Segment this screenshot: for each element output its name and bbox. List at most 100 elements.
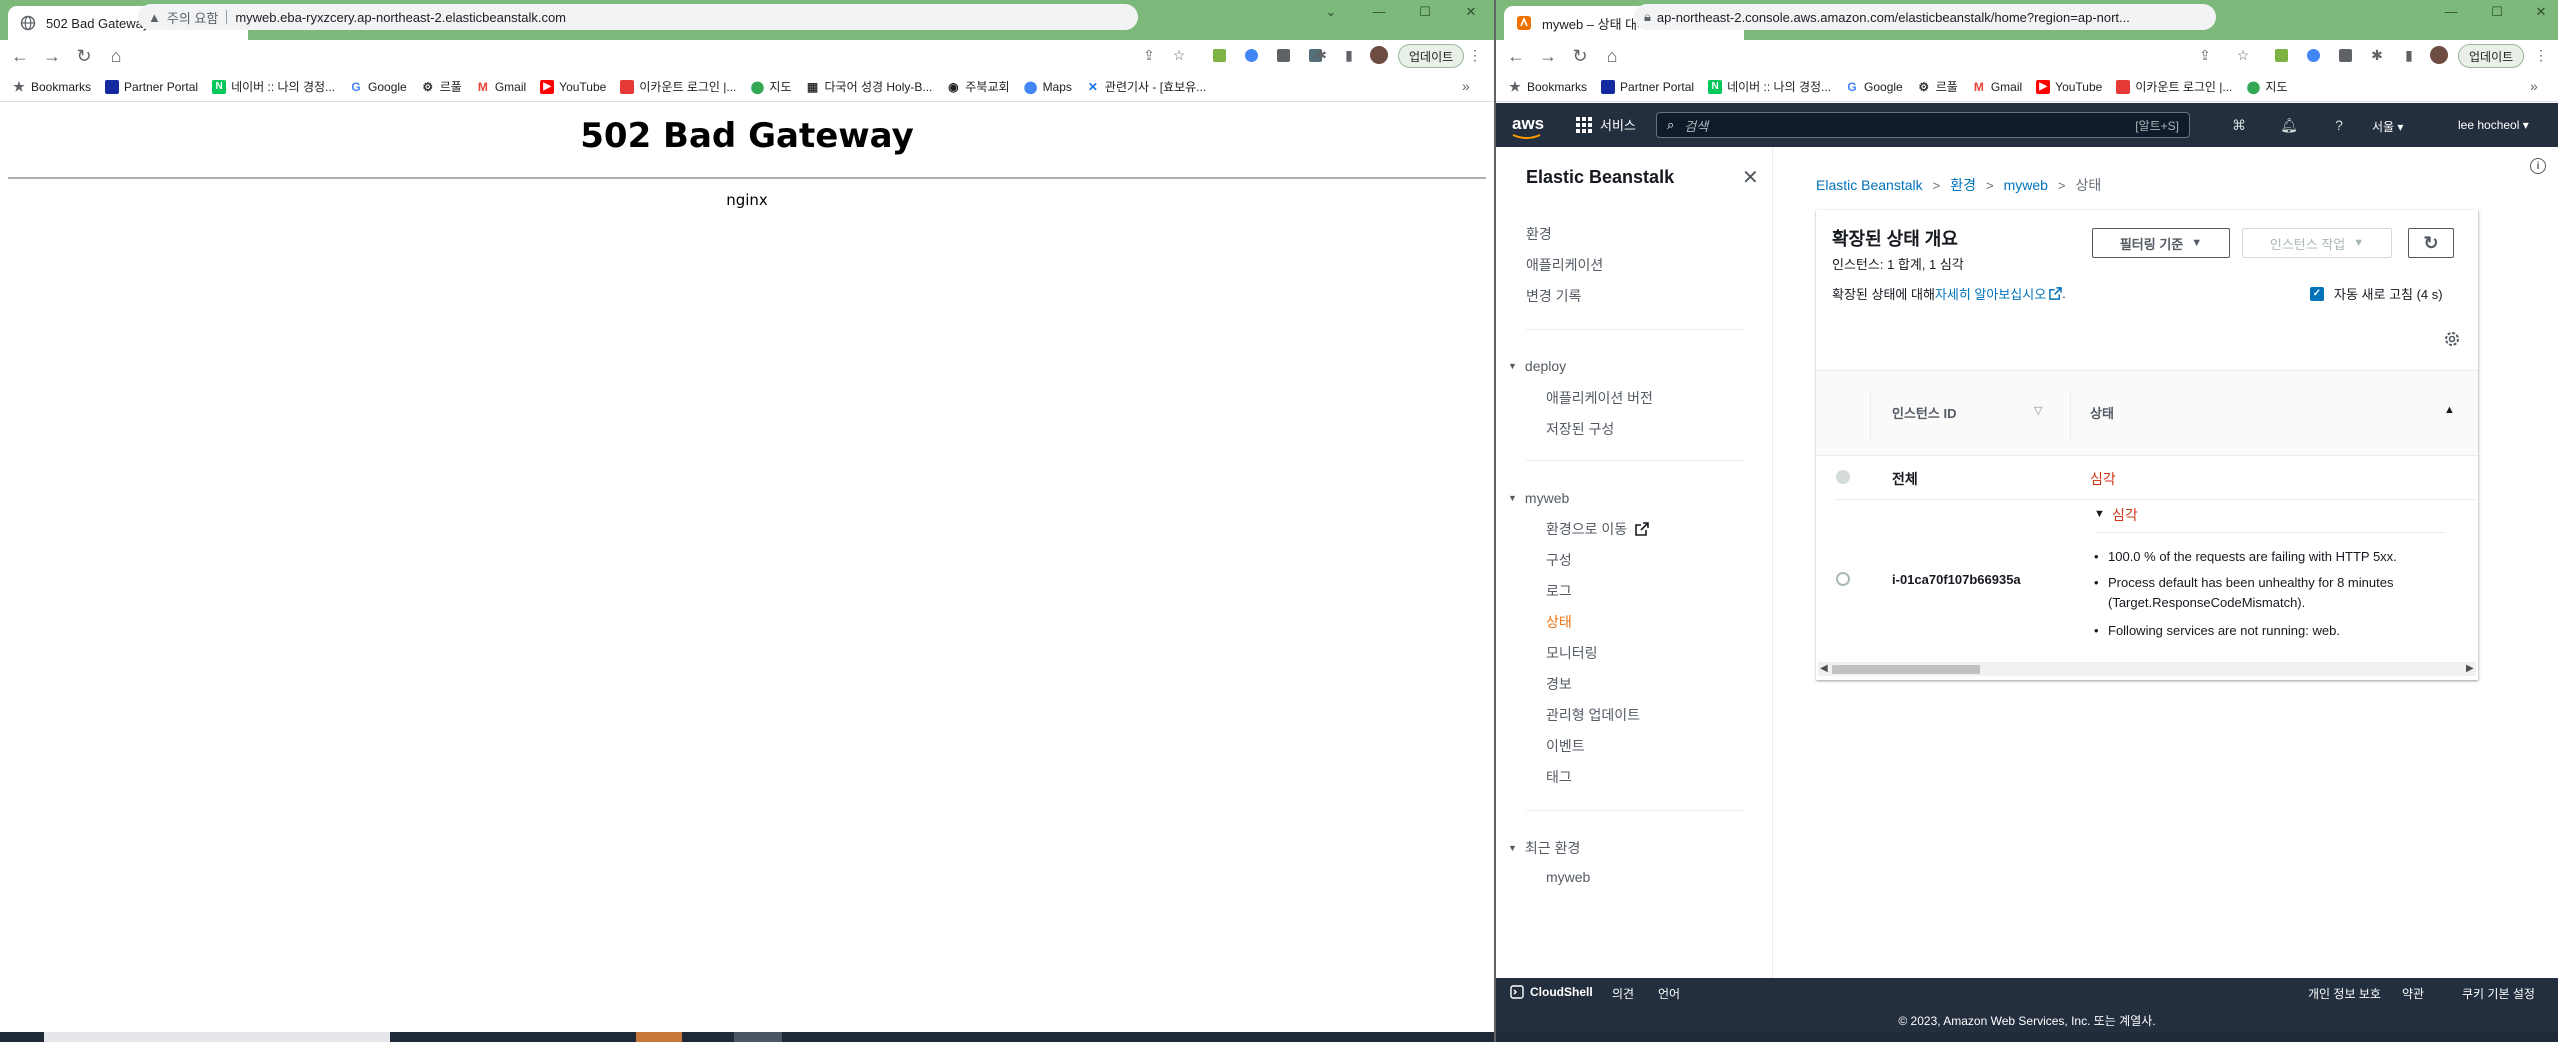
info-icon[interactable]: i xyxy=(2530,158,2546,174)
back-arrow-icon[interactable]: ← xyxy=(4,46,36,67)
cookie-preferences-link[interactable]: 쿠키 기본 설정 xyxy=(2462,985,2535,1002)
bookmark-item[interactable]: ⚙ 르풀 xyxy=(421,78,461,95)
bookmark-item[interactable]: 이카운트 로그인 |... xyxy=(2116,78,2232,95)
bookmark-item[interactable]: Partner Portal xyxy=(1601,79,1694,94)
bookmark-item[interactable]: N 네이버 :: 나의 경정... xyxy=(1708,78,1831,95)
aws-logo[interactable]: aws xyxy=(1512,114,1544,134)
bookmark-item[interactable]: ⬤ 지도 xyxy=(750,78,792,95)
bookmark-item[interactable]: ★ Bookmarks xyxy=(1508,79,1587,94)
terms-link[interactable]: 약관 xyxy=(2402,985,2424,1002)
bookmark-item[interactable]: ✕ 관련기사 - [효보유... xyxy=(1086,78,1206,95)
bookmark-item[interactable]: G Google xyxy=(349,80,406,94)
extension-google-icon[interactable] xyxy=(1242,46,1260,64)
user-menu[interactable]: lee hocheol ▾ xyxy=(2458,118,2529,132)
filter-dropdown-button[interactable]: 필터링 기준 ▼ xyxy=(2092,228,2230,258)
cloudshell-button[interactable]: CloudShell xyxy=(1510,985,1593,999)
auto-refresh-toggle[interactable]: ✓ 자동 새로 고침 (4 s) xyxy=(2310,284,2443,303)
learn-more-link[interactable]: 자세히 알아보십시오 xyxy=(1935,284,2046,303)
region-selector[interactable]: 서울 ▾ xyxy=(2372,118,2403,135)
extension-s-icon[interactable] xyxy=(2336,46,2354,64)
sidebar-item-monitoring[interactable]: 모니터링 xyxy=(1546,643,1598,663)
scroll-left-icon[interactable]: ◀ xyxy=(1820,663,1828,674)
minimize-icon[interactable]: — xyxy=(1364,4,1394,19)
maximize-icon[interactable]: ☐ xyxy=(2482,4,2512,20)
forward-arrow-icon[interactable]: → xyxy=(1532,46,1564,67)
feedback-link[interactable]: 의견 xyxy=(1612,985,1634,1002)
sidebar-section-deploy[interactable]: ▼ deploy xyxy=(1508,358,1566,374)
bookmark-item[interactable]: ▶ YouTube xyxy=(2036,79,2102,94)
bookmark-item[interactable]: G Google xyxy=(1845,80,1902,94)
privacy-link[interactable]: 개인 정보 보호 xyxy=(2308,985,2381,1002)
sidebar-item-managed-updates[interactable]: 관리형 업데이트 xyxy=(1546,705,1640,725)
more-vert-icon[interactable]: ⋮ xyxy=(1466,46,1484,64)
radio-instance[interactable] xyxy=(1836,572,1850,586)
scroll-right-icon[interactable]: ▶ xyxy=(2466,663,2474,674)
breadcrumb-link[interactable]: 환경 xyxy=(1950,175,1976,195)
sort-down-icon[interactable]: ▽ xyxy=(2034,404,2042,417)
sidebar-item-app-versions[interactable]: 애플리케이션 버전 xyxy=(1546,388,1653,408)
profile-avatar[interactable] xyxy=(2430,46,2448,64)
bookmark-item[interactable]: M Gmail xyxy=(1972,80,2022,94)
sidebar-item-configuration[interactable]: 구성 xyxy=(1546,550,1572,570)
refresh-button[interactable]: ↻ xyxy=(2408,228,2454,258)
sidebar-item-recent-myweb[interactable]: myweb xyxy=(1546,869,1590,885)
share-icon[interactable]: ⇪ xyxy=(2196,46,2214,64)
sidebar-item-events[interactable]: 이벤트 xyxy=(1546,736,1585,756)
chevron-down-icon[interactable]: ⌄ xyxy=(1316,4,1346,20)
sidebar-item-applications[interactable]: 애플리케이션 xyxy=(1526,255,1603,275)
column-header-status[interactable]: 상태 xyxy=(2090,403,2114,422)
home-icon[interactable]: ⌂ xyxy=(1596,46,1628,67)
update-button[interactable]: 업데이트 xyxy=(1398,44,1465,68)
bookmark-item[interactable]: ⬤ Maps xyxy=(1024,80,1072,94)
sort-up-icon[interactable]: ▲ xyxy=(2444,404,2455,416)
extension-s-icon[interactable] xyxy=(1274,46,1292,64)
sidebar-item-alarms[interactable]: 경보 xyxy=(1546,674,1572,694)
star-bookmark-icon[interactable]: ☆ xyxy=(1170,46,1188,64)
address-bar[interactable]: 🔒︎ ap-northeast-2.console.aws.amazon.com… xyxy=(1634,4,2216,30)
sidebar-item-health[interactable]: 상태 xyxy=(1546,612,1572,632)
bookmark-item[interactable]: Partner Portal xyxy=(105,79,198,94)
more-vert-icon[interactable]: ⋮ xyxy=(2532,46,2550,64)
bell-icon[interactable]: 🔔︎ xyxy=(2280,116,2298,134)
scrollbar-thumb[interactable] xyxy=(1832,665,1980,674)
reload-icon[interactable]: ↻ xyxy=(1564,46,1596,67)
sidebar-section-recent[interactable]: ▼ 최근 환경 xyxy=(1508,838,1580,858)
close-window-icon[interactable]: ✕ xyxy=(1456,4,1486,20)
extension-google-icon[interactable] xyxy=(2304,46,2322,64)
home-icon[interactable]: ⌂ xyxy=(100,46,132,67)
close-icon[interactable]: ✕ xyxy=(1742,165,1759,190)
maximize-icon[interactable]: ☐ xyxy=(1410,4,1440,20)
forward-arrow-icon[interactable]: → xyxy=(36,46,68,67)
bookmarks-overflow-icon[interactable]: » xyxy=(1462,78,1470,94)
bookmark-item[interactable]: ◉ 주북교회 xyxy=(946,78,1009,95)
profile-avatar[interactable] xyxy=(1370,46,1388,64)
aws-search-input[interactable]: ⌕ 검색 [알트+S] xyxy=(1656,112,2190,138)
bookmark-item[interactable]: ⚙ 르풀 xyxy=(1917,78,1957,95)
checkbox-checked-icon[interactable]: ✓ xyxy=(2310,286,2324,301)
cloudshell-icon[interactable]: ⌘ xyxy=(2230,116,2248,134)
caret-down-icon[interactable]: ▼ xyxy=(2094,508,2105,520)
bookmark-item[interactable]: M Gmail xyxy=(476,80,526,94)
address-bar[interactable]: ▲ 주의 요함 myweb.eba-ryxzcery.ap-northeast-… xyxy=(138,4,1138,30)
sidebar-item-logs[interactable]: 로그 xyxy=(1546,581,1572,601)
back-arrow-icon[interactable]: ← xyxy=(1500,46,1532,67)
services-menu-button[interactable]: 서비스 xyxy=(1576,115,1636,134)
column-header-instance-id[interactable]: 인스턴스 ID xyxy=(1892,403,1956,422)
breadcrumb-link[interactable]: myweb xyxy=(2004,177,2048,193)
side-panel-icon[interactable]: ▮ xyxy=(1340,46,1358,64)
help-icon[interactable]: ? xyxy=(2330,116,2348,134)
sidebar-section-myweb[interactable]: ▼ myweb xyxy=(1508,490,1569,506)
puzzle-extensions-icon[interactable]: ✱ xyxy=(2368,46,2386,64)
bookmarks-overflow-icon[interactable]: » xyxy=(2530,78,2538,94)
update-button[interactable]: 업데이트 xyxy=(2458,44,2525,68)
breadcrumb-link[interactable]: Elastic Beanstalk xyxy=(1816,177,1923,193)
settings-gear-icon[interactable] xyxy=(2443,330,2461,348)
bookmark-item[interactable]: ▦ 다국어 성경 Holy-B... xyxy=(806,78,933,95)
star-bookmark-icon[interactable]: ☆ xyxy=(2234,46,2252,64)
sidebar-item-go-to-environment[interactable]: 환경으로 이동 xyxy=(1546,519,1649,539)
sidebar-item-environments[interactable]: 환경 xyxy=(1526,224,1552,244)
minimize-icon[interactable]: — xyxy=(2436,4,2466,19)
bookmark-item[interactable]: ★ Bookmarks xyxy=(12,79,91,94)
bookmark-item[interactable]: ▶ YouTube xyxy=(540,79,606,94)
instance-actions-button[interactable]: 인스턴스 작업 ▼ xyxy=(2242,228,2392,258)
